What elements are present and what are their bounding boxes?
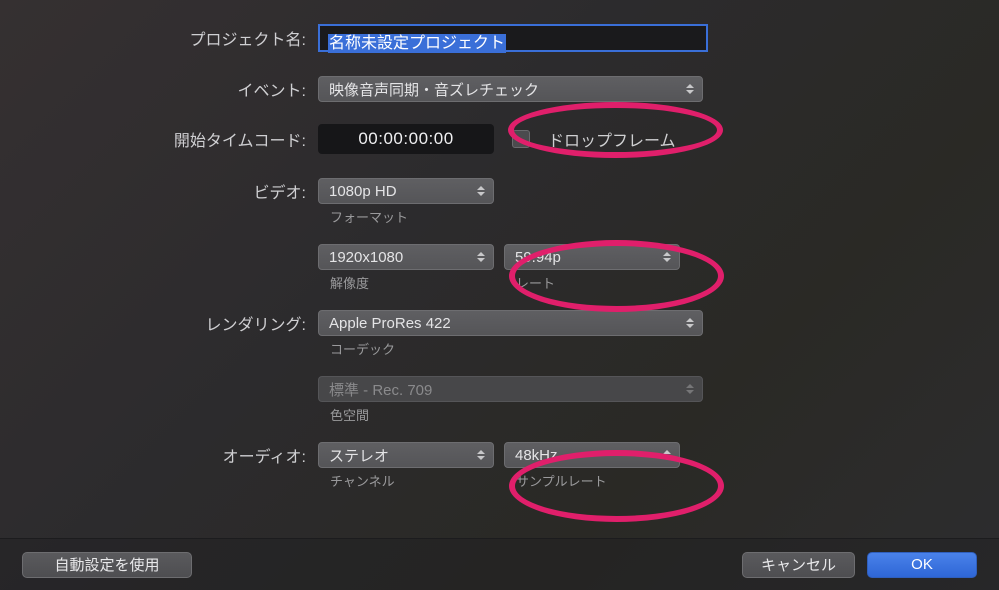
- chevron-updown-icon: [663, 448, 673, 462]
- video-rate-select[interactable]: 59.94p: [504, 244, 680, 270]
- audio-channels-value: ステレオ: [329, 445, 389, 466]
- color-space-value: 標準 - Rec. 709: [329, 379, 432, 400]
- drop-frame-checkbox[interactable]: [512, 130, 530, 148]
- audio-label: オーディオ:: [0, 443, 318, 467]
- start-timecode-label: 開始タイムコード:: [0, 127, 318, 151]
- audio-samplerate-sublabel: サンプルレート: [516, 470, 607, 490]
- start-timecode-input[interactable]: 00:00:00:00: [318, 124, 494, 154]
- video-resolution-value: 1920x1080: [329, 249, 403, 266]
- event-label: イベント:: [0, 77, 318, 101]
- event-select[interactable]: 映像音声同期・音ズレチェック: [318, 76, 703, 102]
- project-name-label: プロジェクト名:: [0, 26, 318, 50]
- chevron-updown-icon: [477, 250, 487, 264]
- video-rate-sublabel: レート: [516, 272, 555, 292]
- render-codec-value: Apple ProRes 422: [329, 315, 451, 332]
- chevron-updown-icon: [477, 448, 487, 462]
- chevron-updown-icon: [663, 250, 673, 264]
- drop-frame-label: ドロップフレーム: [548, 127, 676, 151]
- audio-channels-select[interactable]: ステレオ: [318, 442, 494, 468]
- video-format-sublabel: フォーマット: [330, 206, 408, 226]
- chevron-updown-icon: [686, 382, 696, 396]
- chevron-updown-icon: [686, 316, 696, 330]
- project-name-input[interactable]: 名称未設定プロジェクト: [318, 24, 708, 52]
- dialog-footer: 自動設定を使用 キャンセル OK: [0, 538, 999, 590]
- ok-button[interactable]: OK: [867, 552, 977, 578]
- audio-channels-sublabel: チャンネル: [330, 470, 516, 490]
- new-project-dialog: プロジェクト名: 名称未設定プロジェクト イベント: 映像音声同期・音ズレチェッ…: [0, 0, 999, 590]
- cancel-button[interactable]: キャンセル: [742, 552, 855, 578]
- event-select-value: 映像音声同期・音ズレチェック: [329, 79, 539, 100]
- render-codec-select[interactable]: Apple ProRes 422: [318, 310, 703, 336]
- audio-samplerate-select[interactable]: 48kHz: [504, 442, 680, 468]
- color-space-sublabel: 色空間: [330, 404, 369, 424]
- color-space-select: 標準 - Rec. 709: [318, 376, 703, 402]
- render-codec-sublabel: コーデック: [330, 338, 395, 358]
- chevron-updown-icon: [477, 184, 487, 198]
- chevron-updown-icon: [686, 82, 696, 96]
- audio-samplerate-value: 48kHz: [515, 447, 558, 464]
- video-format-select[interactable]: 1080p HD: [318, 178, 494, 204]
- video-label: ビデオ:: [0, 179, 318, 203]
- video-rate-value: 59.94p: [515, 249, 561, 266]
- video-format-value: 1080p HD: [329, 183, 397, 200]
- video-resolution-select[interactable]: 1920x1080: [318, 244, 494, 270]
- rendering-label: レンダリング:: [0, 311, 318, 335]
- use-auto-settings-button[interactable]: 自動設定を使用: [22, 552, 192, 578]
- video-resolution-sublabel: 解像度: [330, 272, 516, 292]
